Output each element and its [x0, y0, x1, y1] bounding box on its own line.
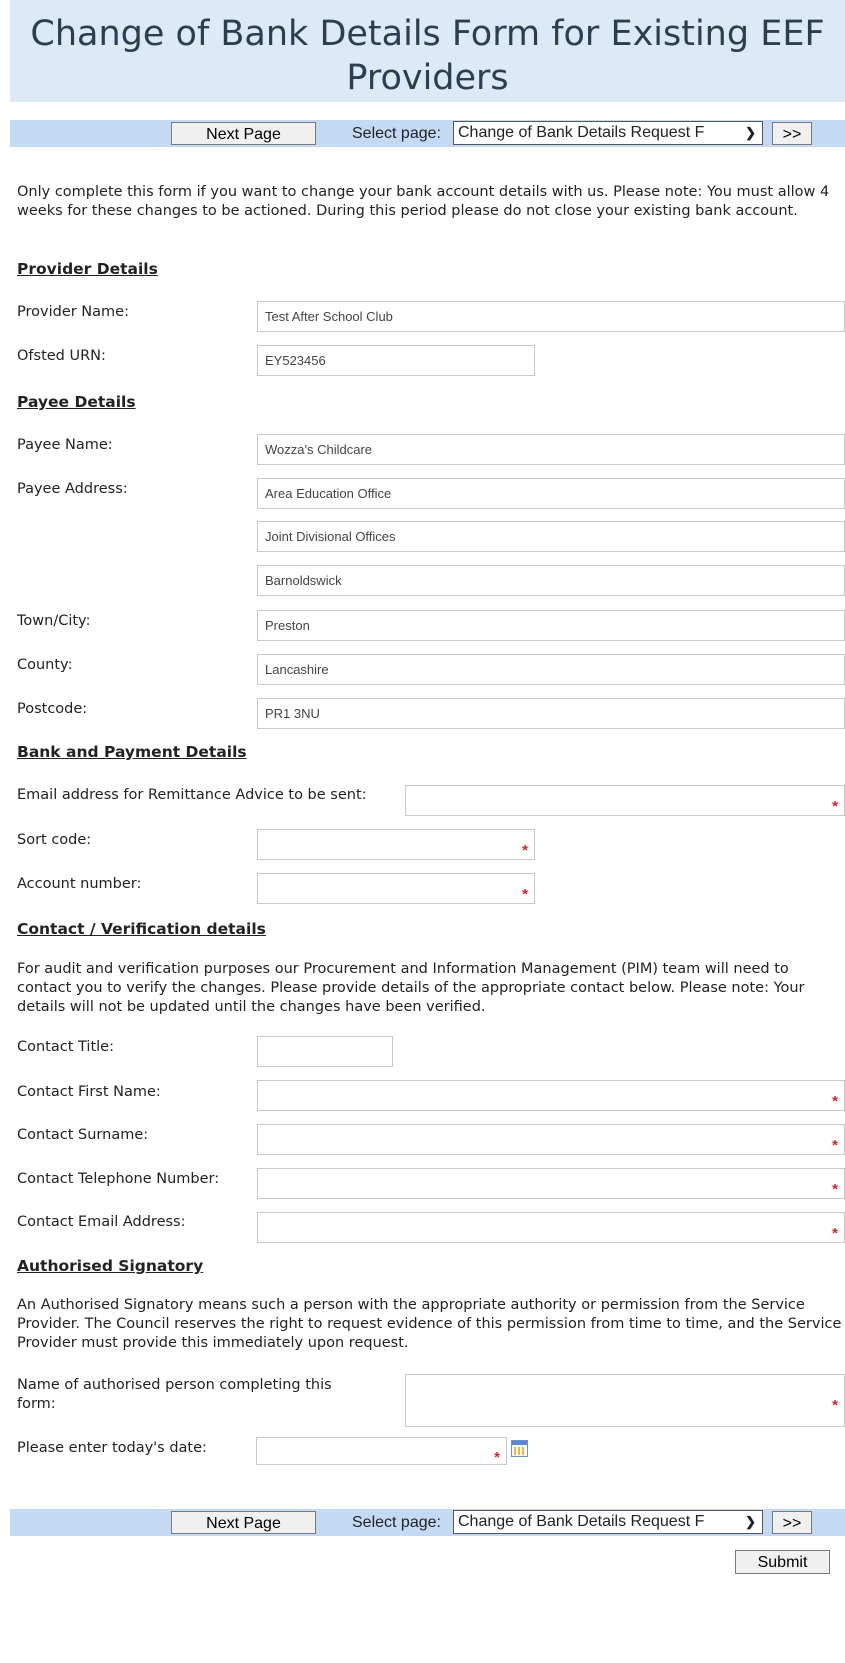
- account-number-label: Account number:: [17, 876, 142, 892]
- bank-details-heading: Bank and Payment Details: [17, 743, 247, 761]
- contact-title-field[interactable]: [257, 1036, 393, 1067]
- payee-address-line-2[interactable]: Joint Divisional Offices: [257, 521, 845, 552]
- contact-email-field[interactable]: *: [257, 1212, 845, 1243]
- contact-surname-label: Contact Surname:: [17, 1127, 149, 1143]
- payee-address-line-1[interactable]: Area Education Office: [257, 478, 845, 509]
- required-marker: *: [522, 842, 528, 859]
- selected-page-text: Change of Bank Details Request F: [458, 1513, 705, 1530]
- contact-details-heading: Contact / Verification details: [17, 920, 266, 938]
- calendar-icon-grid: [514, 1447, 525, 1455]
- postcode-field[interactable]: PR1 3NU: [257, 698, 845, 729]
- town-city-field[interactable]: Preston: [257, 610, 845, 641]
- select-page-dropdown-top[interactable]: Change of Bank Details Request F ❯: [453, 121, 763, 145]
- payee-name-field[interactable]: Wozza's Childcare: [257, 434, 845, 465]
- submit-button[interactable]: Submit: [735, 1550, 830, 1574]
- signatory-intro-text: An Authorised Signatory means such a per…: [17, 1297, 842, 1351]
- town-city-label: Town/City:: [17, 613, 91, 629]
- authorised-person-label: Name of authorised person completing thi…: [17, 1377, 332, 1412]
- required-marker: *: [522, 886, 528, 903]
- required-marker: *: [832, 1093, 838, 1110]
- payee-address-label: Payee Address:: [17, 481, 128, 497]
- required-marker: *: [832, 1397, 838, 1414]
- next-page-button-bottom[interactable]: Next Page: [171, 1511, 316, 1534]
- selected-page-text: Change of Bank Details Request F: [458, 124, 705, 141]
- contact-title-label: Contact Title:: [17, 1039, 114, 1055]
- calendar-icon-header: [512, 1441, 527, 1445]
- page-title: Change of Bank Details Form for Existing…: [30, 14, 825, 98]
- county-field[interactable]: Lancashire: [257, 654, 845, 685]
- payee-address-line-3[interactable]: Barnoldswick: [257, 565, 845, 596]
- remittance-email-label: Email address for Remittance Advice to b…: [17, 787, 367, 803]
- contact-surname-field[interactable]: *: [257, 1124, 845, 1155]
- required-marker: *: [832, 1181, 838, 1198]
- authorised-person-field[interactable]: *: [405, 1374, 845, 1427]
- authorised-signatory-heading: Authorised Signatory: [17, 1257, 204, 1275]
- remittance-email-field[interactable]: *: [405, 785, 845, 816]
- chevron-down-icon: ❯: [745, 125, 756, 140]
- forward-button-bottom[interactable]: >>: [772, 1511, 812, 1534]
- sort-code-label: Sort code:: [17, 832, 92, 848]
- ofsted-urn-label: Ofsted URN:: [17, 348, 106, 364]
- required-marker: *: [494, 1449, 500, 1465]
- county-label: County:: [17, 657, 73, 673]
- required-marker: *: [832, 798, 838, 815]
- todays-date-label: Please enter today's date:: [17, 1440, 207, 1456]
- contact-intro-text: For audit and verification purposes our …: [17, 961, 805, 1015]
- contact-phone-label: Contact Telephone Number:: [17, 1171, 220, 1187]
- forward-button-top[interactable]: >>: [772, 122, 812, 145]
- select-page-label-bottom: Select page:: [352, 1514, 441, 1531]
- next-page-button-top[interactable]: Next Page: [171, 122, 316, 145]
- chevron-down-icon: ❯: [745, 1514, 756, 1529]
- postcode-label: Postcode:: [17, 701, 88, 717]
- todays-date-field[interactable]: *: [256, 1437, 507, 1465]
- ofsted-urn-field[interactable]: EY523456: [257, 345, 535, 376]
- payee-details-heading: Payee Details: [17, 393, 136, 411]
- contact-first-name-label: Contact First Name:: [17, 1084, 161, 1100]
- required-marker: *: [832, 1137, 838, 1154]
- select-page-dropdown-bottom[interactable]: Change of Bank Details Request F ❯: [453, 1510, 763, 1534]
- provider-name-label: Provider Name:: [17, 304, 129, 320]
- account-number-field[interactable]: *: [257, 873, 535, 904]
- sort-code-field[interactable]: *: [257, 829, 535, 860]
- contact-first-name-field[interactable]: *: [257, 1080, 845, 1111]
- intro-text: Only complete this form if you want to c…: [17, 184, 830, 219]
- provider-details-heading: Provider Details: [17, 260, 158, 278]
- payee-name-label: Payee Name:: [17, 437, 113, 453]
- calendar-icon[interactable]: [511, 1440, 528, 1457]
- select-page-label-top: Select page:: [352, 125, 441, 142]
- provider-name-field[interactable]: Test After School Club: [257, 301, 845, 332]
- contact-phone-field[interactable]: *: [257, 1168, 845, 1199]
- required-marker: *: [832, 1225, 838, 1242]
- contact-email-label: Contact Email Address:: [17, 1214, 186, 1230]
